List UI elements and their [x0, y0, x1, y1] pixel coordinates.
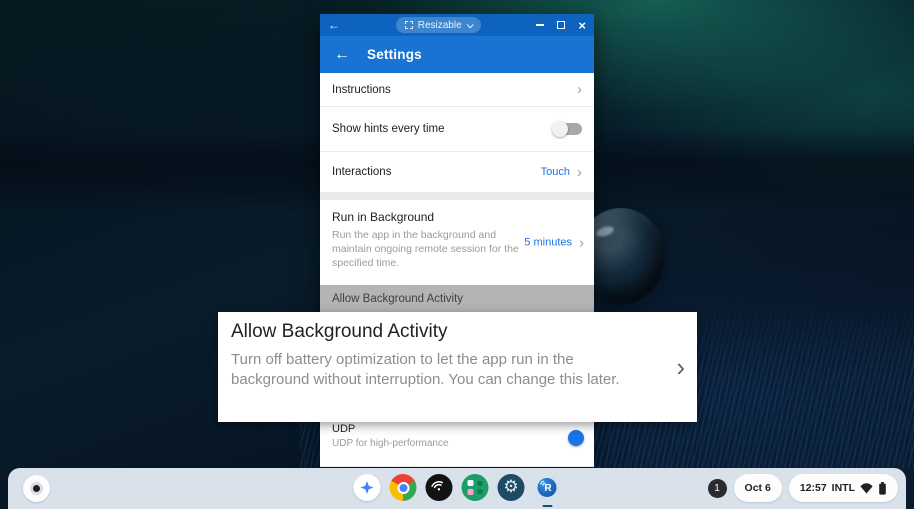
gear-icon: ⚙ — [503, 479, 518, 496]
remotepc-app-icon[interactable]: R — [534, 474, 561, 501]
battery-icon — [878, 482, 887, 495]
keyboard-layout-label: INTL — [832, 482, 855, 494]
back-arrow-icon[interactable]: ← — [334, 47, 350, 63]
show-hints-toggle[interactable] — [554, 123, 582, 135]
run-text-column: Run in Background Run the app in the bac… — [332, 210, 528, 271]
toggle-knob — [568, 430, 584, 446]
run-right-group: 5 minutes › — [524, 235, 584, 250]
settings-app-icon[interactable]: ⚙ — [498, 474, 525, 501]
resizable-dropdown-button[interactable]: Resizable — [396, 17, 481, 33]
divider — [320, 466, 594, 467]
four-point-star-icon — [360, 480, 375, 495]
signal-arcs-icon — [431, 480, 447, 496]
assistant-star-app-icon[interactable] — [354, 474, 381, 501]
chevron-right-icon: › — [579, 235, 584, 250]
resize-frame-icon — [405, 21, 413, 29]
chromeos-shelf: ⚙ R 1 Oct 6 — [8, 468, 906, 509]
remote-broadcast-app-icon[interactable] — [426, 474, 453, 501]
launcher-button[interactable] — [23, 475, 50, 502]
running-app-indicator — [542, 505, 552, 508]
resizable-label: Resizable — [418, 20, 462, 31]
run-in-background-value: 5 minutes — [524, 237, 572, 249]
date-label: Oct 6 — [745, 482, 771, 494]
udp-description: UDP for high-performance — [332, 438, 449, 449]
udp-label: UDP — [332, 423, 449, 435]
callout-body: Turn off battery optimization to let the… — [231, 350, 655, 390]
row-allow-background-activity[interactable]: Allow Background Activity — [320, 285, 594, 312]
udp-text-column: UDP UDP for high-performance — [332, 423, 449, 449]
row-run-in-background[interactable]: Run in Background Run the app in the bac… — [320, 200, 594, 285]
interactions-value: Touch — [541, 166, 570, 178]
page-title: Settings — [367, 47, 422, 62]
callout-title: Allow Background Activity — [231, 321, 683, 343]
grid-square-teal — [478, 481, 483, 486]
apps-grid-icon — [468, 480, 483, 495]
show-hints-label: Show hints every time — [332, 123, 445, 135]
window-controls: × — [536, 19, 586, 32]
row-instructions[interactable]: Instructions › — [320, 73, 594, 106]
row-udp[interactable]: UDP UDP for high-performance — [320, 422, 594, 462]
chevron-right-icon: › — [676, 354, 685, 380]
allow-background-activity-label: Allow Background Activity — [332, 293, 463, 305]
launcher-dot — [33, 485, 40, 492]
caption-back-icon[interactable]: ← — [328, 19, 340, 31]
date-pill[interactable]: Oct 6 — [734, 474, 782, 502]
chevron-right-icon: › — [577, 82, 582, 97]
remotepc-circle: R — [538, 478, 557, 497]
maximize-button[interactable] — [557, 21, 565, 29]
run-in-background-label: Run in Background — [332, 210, 528, 224]
row-show-hints[interactable]: Show hints every time — [320, 107, 594, 151]
chromeos-desktop: ← Resizable × ← Settings Instructions — [0, 0, 914, 509]
launcher-circle-icon — [30, 482, 43, 495]
run-in-background-description: Run the app in the background and mainta… — [332, 228, 528, 271]
section-divider — [320, 192, 594, 200]
apps-grid-app-icon[interactable] — [462, 474, 489, 501]
notification-counter[interactable]: 1 — [708, 479, 727, 498]
time-label: 12:57 — [800, 482, 827, 494]
allow-background-activity-callout[interactable]: Allow Background Activity Turn off batte… — [218, 312, 697, 422]
status-tray: 1 Oct 6 12:57 INTL — [708, 474, 898, 502]
chrome-app-icon[interactable] — [390, 474, 417, 501]
settings-app-bar: ← Settings — [320, 36, 594, 73]
quick-settings-pill[interactable]: 12:57 INTL — [789, 474, 898, 502]
interactions-label: Interactions — [332, 166, 391, 178]
chevron-down-icon — [466, 21, 473, 28]
minimize-button[interactable] — [536, 24, 544, 26]
close-button[interactable]: × — [578, 19, 586, 32]
chrome-center-dot — [397, 482, 409, 494]
wifi-icon — [860, 483, 873, 494]
grid-square-pink — [468, 489, 474, 495]
shelf-app-icons: ⚙ R — [354, 474, 561, 501]
window-caption-bar: ← Resizable × — [320, 14, 594, 36]
caption-center: Resizable — [340, 17, 536, 33]
instructions-label: Instructions — [332, 84, 391, 96]
grid-square-teal — [478, 489, 483, 494]
chevron-right-icon: › — [577, 165, 582, 180]
grid-square-white — [468, 480, 474, 486]
row-interactions[interactable]: Interactions Touch › — [320, 152, 594, 192]
toggle-knob — [552, 121, 568, 137]
remotepc-letter: R — [544, 483, 551, 494]
